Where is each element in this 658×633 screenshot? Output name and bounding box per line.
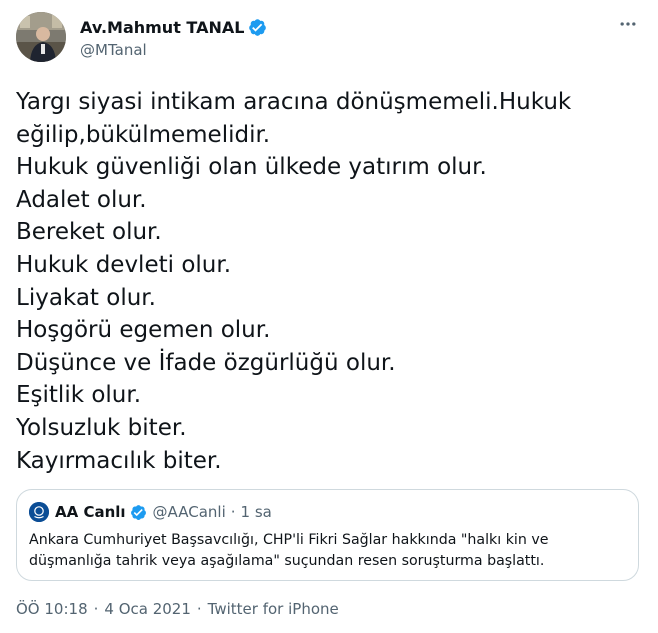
tweet-line: Kayırmacılık biter. [16, 447, 222, 474]
tweet-line: Bereket olur. [16, 219, 162, 246]
tweet-metadata: ÖÖ 10:18 · 4 Oca 2021 · Twitter for iPho… [16, 600, 339, 618]
tweet-header: Av.Mahmut TANAL @MTanal [16, 12, 642, 62]
quoted-tweet-text: Ankara Cumhuriyet Başsavcılığı, CHP'li F… [29, 530, 629, 572]
separator-dot: · [196, 600, 202, 618]
author-names: Av.Mahmut TANAL @MTanal [80, 16, 267, 59]
tweet-line: Yargı siyasi intikam aracına dönüşmemeli… [16, 89, 572, 115]
tweet-line: Düşünce ve İfade özgürlüğü olur. [16, 349, 396, 376]
tweet-source[interactable]: Twitter for iPhone [208, 600, 339, 618]
separator-dot: · [93, 600, 99, 618]
quoted-tweet-time[interactable]: 1 sa [241, 503, 272, 521]
tweet: Av.Mahmut TANAL @MTanal Yargı siyasi int… [0, 0, 658, 633]
tweet-line: Hukuk güvenliği olan ülkede yatırım olur… [16, 154, 487, 181]
quoted-text-line: düşmanlığa tahrik veya aşağılama" suçund… [29, 553, 545, 569]
separator-dot: · [230, 503, 236, 521]
more-options-icon[interactable] [614, 14, 642, 38]
tweet-line: Hoşgörü egemen olur. [16, 317, 271, 344]
author-display-name[interactable]: Av.Mahmut TANAL [80, 18, 244, 37]
quoted-author-handle[interactable]: @AACanli [153, 503, 226, 521]
quoted-tweet-header: AA Canlı @AACanli · 1 sa [29, 502, 272, 522]
tweet-line: Hukuk devleti olur. [16, 251, 232, 278]
tweet-date[interactable]: 4 Oca 2021 [104, 600, 191, 618]
tweet-line: Liyakat olur. [16, 284, 156, 311]
quoted-text-line: Ankara Cumhuriyet Başsavcılığı, CHP'li F… [29, 532, 549, 548]
quoted-tweet[interactable]: AA Canlı @AACanli · 1 sa Ankara Cumhuriy… [16, 489, 639, 581]
quoted-author-display-name[interactable]: AA Canlı [55, 503, 126, 521]
quoted-author-avatar[interactable] [29, 502, 49, 522]
tweet-text: Yargı siyasi intikam aracına dönüşmemeli… [16, 86, 636, 477]
tweet-line: Adalet olur. [16, 186, 147, 213]
tweet-line: Eşitlik olur. [16, 382, 142, 409]
tweet-line: Yolsuzluk biter. [16, 414, 187, 441]
author-avatar[interactable] [16, 12, 66, 62]
author-handle[interactable]: @MTanal [80, 41, 267, 59]
tweet-time[interactable]: ÖÖ 10:18 [16, 600, 88, 618]
verified-badge-icon [130, 504, 147, 521]
verified-badge-icon [248, 18, 267, 37]
tweet-line: eğilip,bükülmemelidir. [16, 121, 271, 148]
